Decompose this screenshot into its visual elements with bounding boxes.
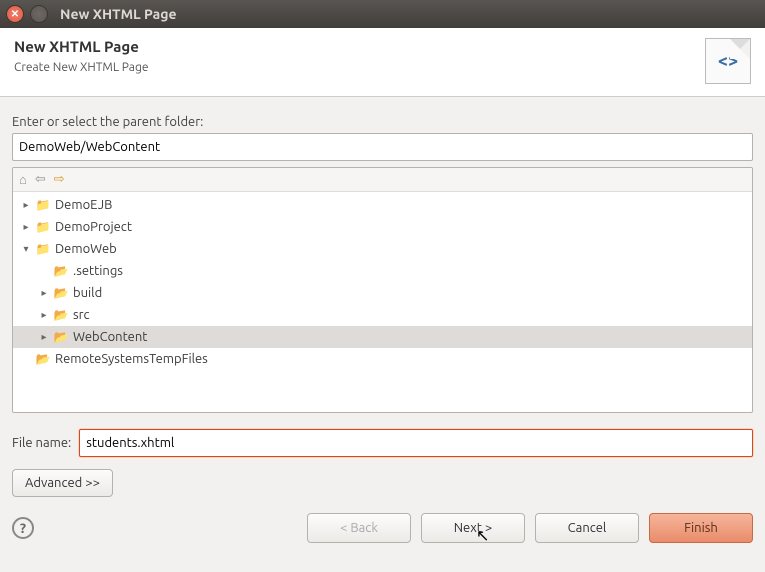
wizard-banner: New XHTML Page Create New XHTML Page <> xyxy=(0,28,765,97)
tree-item-label: .settings xyxy=(71,264,123,278)
window-minimize-icon[interactable] xyxy=(30,5,48,23)
tree-item-label: build xyxy=(71,286,102,300)
tree-item[interactable]: ▸📂src xyxy=(13,304,752,326)
cancel-button[interactable]: Cancel xyxy=(535,513,639,543)
next-button-label: Next > xyxy=(454,521,492,535)
tree-twisty-icon[interactable]: ▸ xyxy=(19,199,33,211)
tree-twisty-icon[interactable]: ▾ xyxy=(19,243,33,255)
folder-icon: 📂 xyxy=(35,352,51,366)
tree-item[interactable]: 📂RemoteSystemsTempFiles xyxy=(13,348,752,370)
tree-item[interactable]: ▸📂WebContent xyxy=(13,326,752,348)
finish-button[interactable]: Finish xyxy=(649,513,753,543)
tree-item-label: DemoEJB xyxy=(53,198,112,212)
tree-twisty-icon[interactable]: ▸ xyxy=(37,331,51,343)
tree-item[interactable]: 📂.settings xyxy=(13,260,752,282)
window-title: New XHTML Page xyxy=(54,6,177,22)
home-icon[interactable]: ⌂ xyxy=(19,172,27,187)
tree-item-label: DemoWeb xyxy=(53,242,117,256)
back-button: < Back xyxy=(307,513,411,543)
xhtml-glyph-icon: <> xyxy=(718,51,738,71)
tree-item[interactable]: ▾📁DemoWeb xyxy=(13,238,752,260)
tree-item[interactable]: ▸📂build xyxy=(13,282,752,304)
window-close-icon[interactable]: ✕ xyxy=(6,5,24,23)
folder-icon: 📂 xyxy=(53,308,69,322)
folder-icon: 📂 xyxy=(53,264,69,278)
tree-item-label: src xyxy=(71,308,90,322)
tree-twisty-icon[interactable]: ▸ xyxy=(37,287,51,299)
next-button[interactable]: Next > ↖ xyxy=(421,513,525,543)
help-icon[interactable]: ? xyxy=(12,517,34,539)
window-titlebar: ✕ New XHTML Page xyxy=(0,0,765,28)
folder-icon: 📂 xyxy=(53,286,69,300)
page-title: New XHTML Page xyxy=(14,38,148,55)
project-icon: 📁 xyxy=(35,198,51,212)
parent-folder-label: Enter or select the parent folder: xyxy=(12,115,753,129)
parent-folder-input[interactable] xyxy=(12,133,753,161)
tree-toolbar: ⌂ ⇦ ⇨ xyxy=(13,168,752,192)
folder-icon: 📂 xyxy=(53,330,69,344)
page-subtitle: Create New XHTML Page xyxy=(14,61,148,74)
advanced-button[interactable]: Advanced >> xyxy=(12,469,113,497)
tree-item-label: RemoteSystemsTempFiles xyxy=(53,352,208,366)
banner-file-icon: <> xyxy=(705,38,751,84)
folder-tree[interactable]: ▸📁DemoEJB▸📁DemoProject▾📁DemoWeb📂.setting… xyxy=(13,192,752,412)
folder-tree-container: ⌂ ⇦ ⇨ ▸📁DemoEJB▸📁DemoProject▾📁DemoWeb📂.s… xyxy=(12,167,753,413)
forward-icon[interactable]: ⇨ xyxy=(54,172,65,187)
back-icon[interactable]: ⇦ xyxy=(35,172,46,187)
tree-twisty-icon[interactable]: ▸ xyxy=(19,221,33,233)
tree-item-label: WebContent xyxy=(71,330,147,344)
file-name-input[interactable] xyxy=(79,429,753,457)
tree-twisty-icon[interactable]: ▸ xyxy=(37,309,51,321)
tree-item[interactable]: ▸📁DemoEJB xyxy=(13,194,752,216)
project-icon: 📁 xyxy=(35,220,51,234)
project-icon: 📁 xyxy=(35,242,51,256)
tree-item-label: DemoProject xyxy=(53,220,132,234)
tree-item[interactable]: ▸📁DemoProject xyxy=(13,216,752,238)
file-name-label: File name: xyxy=(12,436,71,450)
